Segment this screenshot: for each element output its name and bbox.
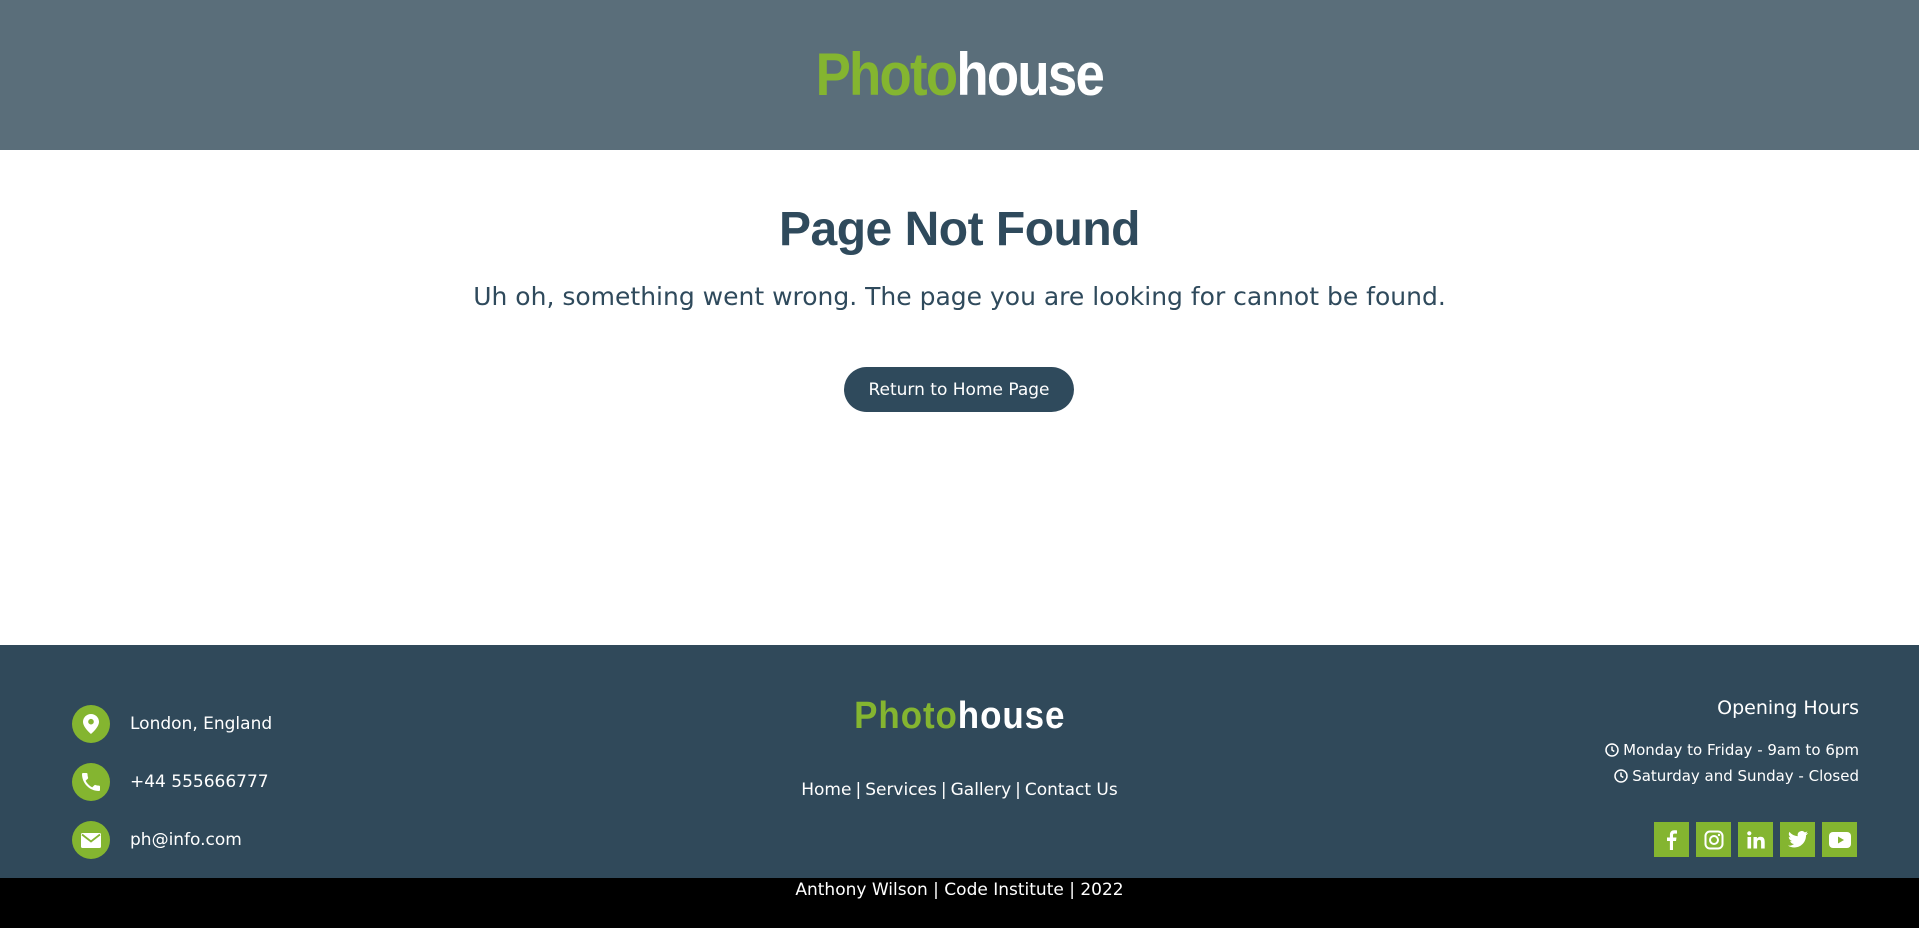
footer-nav-home[interactable]: Home [801, 780, 851, 800]
social-links [1654, 822, 1857, 857]
facebook-icon [1667, 829, 1677, 850]
clock-icon [1614, 769, 1628, 783]
logo-house-text: house [956, 41, 1105, 108]
nav-separator: | [855, 780, 862, 800]
footer-nav-contact[interactable]: Contact Us [1025, 780, 1118, 800]
footer-nav-services[interactable]: Services [865, 780, 937, 800]
linkedin-link[interactable] [1738, 822, 1773, 857]
youtube-icon [1828, 831, 1851, 848]
opening-hours: Opening Hours Monday to Friday - 9am to … [1605, 697, 1859, 793]
instagram-icon [1704, 830, 1723, 849]
copyright-text: Anthony Wilson | Code Institute | 2022 [795, 880, 1124, 900]
linkedin-icon [1746, 830, 1765, 848]
return-home-button[interactable]: Return to Home Page [844, 367, 1074, 412]
error-message: Uh oh, something went wrong. The page yo… [473, 282, 1446, 311]
twitter-icon [1787, 831, 1808, 848]
contact-email-text: ph@info.com [130, 830, 242, 850]
contact-email: ph@info.com [72, 821, 242, 859]
copyright-bar: Anthony Wilson | Code Institute | 2022 [0, 878, 1919, 928]
hours-weekend-text: Saturday and Sunday - Closed [1632, 767, 1859, 785]
page-title: Page Not Found [779, 203, 1140, 256]
youtube-link[interactable] [1822, 822, 1857, 857]
clock-icon [1605, 743, 1619, 757]
hours-weekdays: Monday to Friday - 9am to 6pm [1605, 741, 1859, 759]
site-header: Photohouse [0, 0, 1919, 150]
site-footer: London, England +44 555666777 ph@info.co… [0, 645, 1919, 878]
footer-logo-house-text: house [957, 695, 1066, 737]
footer-nav-gallery[interactable]: Gallery [951, 780, 1012, 800]
footer-logo-photo-text: Photo [853, 695, 958, 737]
envelope-icon [72, 821, 110, 859]
nav-separator: | [1015, 780, 1021, 800]
footer-logo[interactable]: Photohouse [854, 697, 1065, 735]
hours-weekdays-text: Monday to Friday - 9am to 6pm [1623, 741, 1859, 759]
site-logo[interactable]: Photohouse [816, 45, 1105, 105]
instagram-link[interactable] [1696, 822, 1731, 857]
hours-weekend: Saturday and Sunday - Closed [1605, 767, 1859, 785]
facebook-link[interactable] [1654, 822, 1689, 857]
nav-separator: | [940, 780, 947, 800]
opening-hours-title: Opening Hours [1717, 697, 1859, 719]
logo-photo-text: Photo [815, 41, 959, 108]
main-content: Page Not Found Uh oh, something went wro… [0, 150, 1919, 645]
twitter-link[interactable] [1780, 822, 1815, 857]
